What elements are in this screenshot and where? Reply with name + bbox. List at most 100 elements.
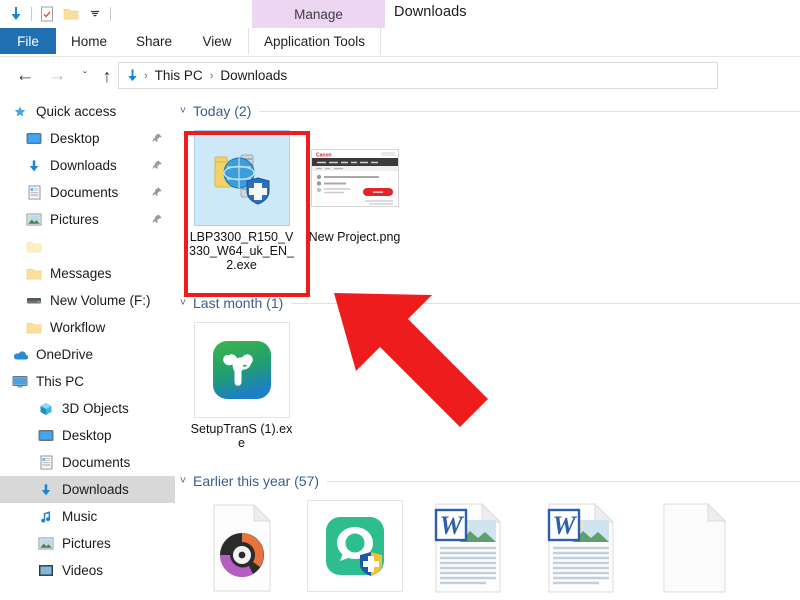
- sidebar-item-label: Pictures: [62, 536, 111, 551]
- media-disc-document-icon: [194, 500, 290, 596]
- music-note-icon: [36, 507, 56, 527]
- this-pc-icon: [10, 372, 30, 392]
- sidebar-item-pictures-thispc[interactable]: Pictures: [0, 530, 175, 557]
- sidebar-item-documents[interactable]: Documents: [0, 179, 175, 206]
- sidebar-item-label: Documents: [50, 185, 118, 200]
- back-button[interactable]: ←: [12, 63, 38, 89]
- quick-access-toolbar: [4, 2, 114, 26]
- sidebar-item-label: New Volume (F:): [50, 293, 151, 308]
- group-header-label: Last month (1): [193, 295, 283, 311]
- sidebar-item-downloads[interactable]: Downloads: [0, 152, 175, 179]
- forward-button[interactable]: →: [44, 63, 70, 89]
- desktop-icon: [24, 129, 44, 149]
- new-folder-icon[interactable]: [59, 2, 83, 26]
- word-document-icon: W: [420, 500, 516, 596]
- sidebar-item-label: Workflow: [50, 320, 105, 335]
- sidebar-item-label: Videos: [62, 563, 103, 578]
- pictures-icon: [24, 210, 44, 230]
- pin-icon[interactable]: [151, 186, 163, 198]
- pin-icon[interactable]: [151, 213, 163, 225]
- breadcrumb-separator-1: ›: [142, 70, 150, 82]
- sidebar-item-label: 3D Objects: [62, 401, 129, 416]
- breadcrumb-downloads[interactable]: Downloads: [217, 68, 290, 83]
- group-items-today: LBP3300_R150_V330_W64_uk_EN_2.exe Canon: [175, 124, 800, 272]
- file-tile-media-disc[interactable]: [185, 494, 298, 600]
- up-button[interactable]: ↑: [94, 63, 120, 89]
- navigation-pane[interactable]: Quick access Desktop Downloads Doc: [0, 98, 175, 600]
- contextual-tab-group-label: Manage: [252, 0, 385, 28]
- file-tile-blank-doc-1[interactable]: [637, 494, 750, 600]
- navigation-bar: ← → ˇ ↑ › This PC › Downloads: [0, 58, 800, 94]
- sidebar-item-documents-thispc[interactable]: Documents: [0, 449, 175, 476]
- tab-share[interactable]: Share: [122, 28, 186, 54]
- file-tile-new-project-png[interactable]: Canon: [298, 124, 411, 272]
- tab-application-tools[interactable]: Application Tools: [248, 28, 381, 54]
- png-thumbnail-canon-page: Canon: [307, 130, 403, 226]
- chevron-down-icon[interactable]: ˅: [175, 475, 191, 487]
- group-rule: [291, 303, 800, 304]
- pin-icon[interactable]: [151, 159, 163, 171]
- group-header-last-month[interactable]: ˅ Last month (1): [175, 290, 800, 316]
- file-list-pane[interactable]: ˅ Today (2): [175, 98, 800, 600]
- group-header-label: Today (2): [193, 103, 251, 119]
- address-bar[interactable]: › This PC › Downloads: [118, 62, 718, 89]
- sidebar-item-new-volume-f[interactable]: New Volume (F:): [0, 287, 175, 314]
- chevron-down-icon[interactable]: ˅: [175, 297, 191, 309]
- sidebar-item-music[interactable]: Music: [0, 503, 175, 530]
- sidebar-item-messages[interactable]: Messages: [0, 260, 175, 287]
- folder-icon: [24, 318, 44, 338]
- setuptrans-app-icon: [194, 322, 290, 418]
- green-messenger-shield-icon: [307, 500, 403, 592]
- star-icon: [10, 102, 30, 122]
- sidebar-item-label: Pictures: [50, 212, 99, 227]
- pictures-icon: [36, 534, 56, 554]
- sidebar-item-unnamed-folder[interactable]: [0, 233, 175, 260]
- group-header-label: Earlier this year (57): [193, 473, 319, 489]
- ribbon-tab-strip: File Home Share View Application Tools: [0, 28, 800, 54]
- file-tile-lbp3300[interactable]: LBP3300_R150_V330_W64_uk_EN_2.exe: [185, 124, 298, 272]
- toolbar-separator: [31, 7, 32, 21]
- ribbon-body: [0, 54, 800, 57]
- properties-icon[interactable]: [35, 2, 59, 26]
- tab-home[interactable]: Home: [56, 28, 122, 54]
- pin-icon[interactable]: [151, 132, 163, 144]
- downloads-icon: [24, 156, 44, 176]
- sidebar-item-videos[interactable]: Videos: [0, 557, 175, 584]
- downloads-icon: [36, 480, 56, 500]
- videos-icon: [36, 561, 56, 581]
- file-tile-word-doc-2[interactable]: W: [524, 494, 637, 600]
- downloads-arrow-icon[interactable]: [4, 2, 28, 26]
- breadcrumb-this-pc[interactable]: This PC: [152, 68, 206, 83]
- sidebar-item-label: Desktop: [50, 131, 100, 146]
- group-header-earlier-this-year[interactable]: ˅ Earlier this year (57): [175, 468, 800, 494]
- ribbon-tabs: File Home Share View Application Tools: [0, 28, 381, 54]
- folder-icon: [24, 264, 44, 284]
- drive-icon: [24, 291, 44, 311]
- sidebar-item-this-pc[interactable]: This PC: [0, 368, 175, 395]
- file-explorer-window: Manage Downloads File Home Share View Ap…: [0, 0, 800, 600]
- sidebar-item-downloads-thispc[interactable]: Downloads: [0, 476, 175, 503]
- group-header-today[interactable]: ˅ Today (2): [175, 98, 800, 124]
- svg-text:Canon: Canon: [316, 153, 332, 159]
- sidebar-item-label: OneDrive: [36, 347, 93, 362]
- sidebar-item-workflow[interactable]: Workflow: [0, 314, 175, 341]
- customize-chevron-icon[interactable]: [83, 2, 107, 26]
- file-tile-word-doc-1[interactable]: W: [411, 494, 524, 600]
- file-name-label: LBP3300_R150_V330_W64_uk_EN_2.exe: [188, 230, 296, 272]
- sidebar-item-pictures[interactable]: Pictures: [0, 206, 175, 233]
- tab-view[interactable]: View: [186, 28, 248, 54]
- chevron-down-icon[interactable]: ˅: [175, 105, 191, 117]
- file-tile-green-messenger[interactable]: [298, 494, 411, 600]
- onedrive-cloud-icon: [10, 345, 30, 365]
- sidebar-item-quick-access[interactable]: Quick access: [0, 98, 175, 125]
- sidebar-item-3d-objects[interactable]: 3D Objects: [0, 395, 175, 422]
- sidebar-item-onedrive[interactable]: OneDrive: [0, 341, 175, 368]
- sidebar-item-desktop-thispc[interactable]: Desktop: [0, 422, 175, 449]
- sidebar-item-desktop[interactable]: Desktop: [0, 125, 175, 152]
- group-items-earlier-this-year: W W: [175, 494, 800, 600]
- file-tile-setuptrans[interactable]: SetupTranS (1).exe: [185, 316, 298, 450]
- file-name-label: New Project.png: [301, 230, 409, 244]
- tab-file[interactable]: File: [0, 28, 56, 54]
- breadcrumb-separator-2: ›: [208, 70, 216, 82]
- word-document-icon: W: [533, 500, 629, 596]
